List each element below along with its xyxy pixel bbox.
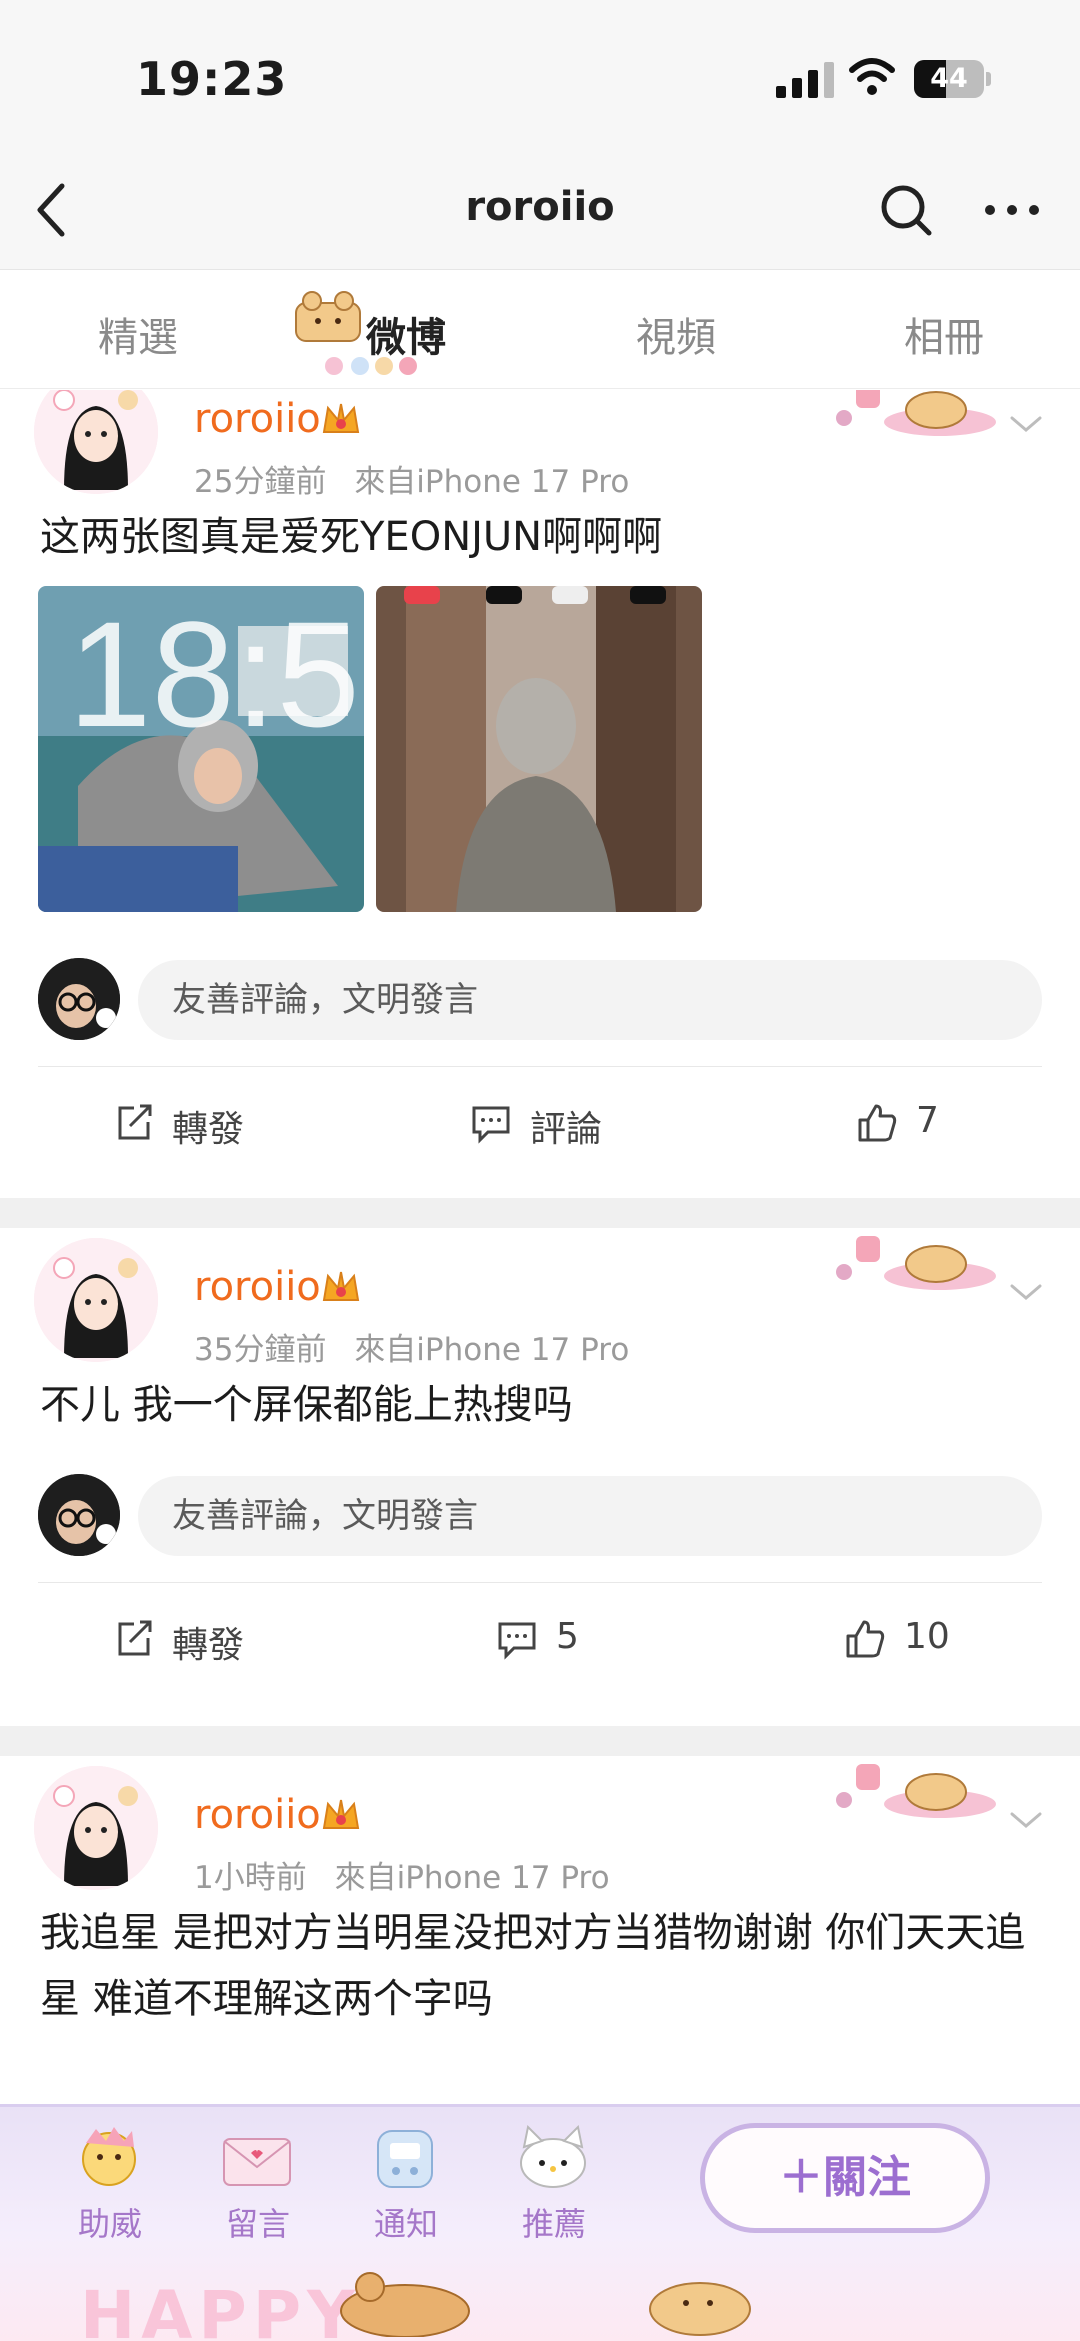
avatar[interactable] <box>34 1238 158 1362</box>
post-username[interactable]: roroiio <box>194 396 321 442</box>
profile-tabs: 精選 微博 視頻 相冊 <box>0 271 1080 389</box>
chevron-down-icon[interactable] <box>1006 1280 1046 1304</box>
feed: roroiio 25分鐘前 來自iPhone 17 Pro 这两张图真是爱死YE… <box>0 390 1080 2104</box>
post-source: 來自iPhone 17 Pro <box>334 1860 610 1896</box>
signal-icon <box>776 62 836 98</box>
back-icon[interactable] <box>30 178 90 242</box>
crown-icon <box>322 403 360 433</box>
dog-sticker-icon <box>649 2282 751 2336</box>
post-time: 35分鐘前 <box>194 1332 327 1368</box>
svg-text:18:55: 18:55 <box>68 590 364 758</box>
post-source: 來自iPhone 17 Pro <box>354 1332 630 1368</box>
decoration-icon <box>325 357 417 375</box>
tab-album[interactable]: 相冊 <box>874 305 1014 363</box>
post-meta: 25分鐘前 來自iPhone 17 Pro <box>194 456 629 501</box>
repost-icon <box>118 1104 152 1140</box>
post-text: 我追星 是把对方当明星没把对方当猎物谢谢 你们天天追星 难道不理解这两个字吗 <box>40 1910 1026 2022</box>
happy-sticker-icon <box>836 1236 996 1290</box>
post-username[interactable]: roroiio <box>194 1792 321 1838</box>
comment-row: 友善評論，文明發言 <box>0 1474 1080 1558</box>
phone-icon <box>377 2130 433 2188</box>
post-text: 这两张图真是爱死YEONJUN啊啊啊 <box>40 514 663 560</box>
battery-icon: 44 <box>914 60 984 98</box>
divider <box>38 1582 1042 1583</box>
thumbs-up-icon <box>858 1104 897 1142</box>
divider <box>38 1066 1042 1067</box>
page-title: roroiio <box>465 184 615 230</box>
chevron-down-icon[interactable] <box>1006 412 1046 436</box>
repost-label: 轉發 <box>172 1625 245 1666</box>
kitty-icon <box>520 2124 586 2188</box>
happy-sticker-icon <box>836 390 996 436</box>
post-photo[interactable]: 18:55 <box>38 586 364 912</box>
post-username[interactable]: roroiio <box>194 1264 321 1310</box>
bottom-item-recommend[interactable]: 推薦 <box>494 2199 614 2245</box>
tab-video[interactable]: 視頻 <box>606 305 746 363</box>
repost-label: 轉發 <box>172 1109 245 1150</box>
comment-icon <box>472 1106 510 1144</box>
comment-count: 5 <box>556 1616 579 1657</box>
avatar[interactable] <box>34 390 158 494</box>
status-bar: 19:23 44 <box>0 0 1080 150</box>
happy-sticker-icon <box>836 1764 996 1818</box>
search-icon[interactable] <box>876 180 936 240</box>
more-icon[interactable] <box>984 198 1040 222</box>
follow-button[interactable]: ＋關注 <box>700 2123 990 2233</box>
bottom-item-notification[interactable]: 通知 <box>346 2199 466 2245</box>
crown-icon <box>322 1271 360 1301</box>
thumbs-up-icon <box>846 1620 885 1658</box>
wifi-icon <box>849 58 895 95</box>
cheer-icon <box>82 2127 136 2186</box>
post-separator <box>0 1198 1080 1228</box>
comment-icon <box>498 1622 536 1660</box>
battery-level: 44 <box>930 63 968 94</box>
repost-icon <box>118 1620 152 1656</box>
post: roroiio 35分鐘前 來自iPhone 17 Pro 不儿 我一个屏保都能… <box>0 1228 1080 1718</box>
comment-input[interactable]: 友善評論，文明發言 <box>138 960 1042 1040</box>
bottom-item-cheer[interactable]: 助威 <box>50 2199 170 2245</box>
avatar[interactable] <box>34 1766 158 1890</box>
bottom-item-message[interactable]: 留言 <box>198 2199 318 2245</box>
envelope-icon <box>223 2138 291 2186</box>
post-meta: 35分鐘前 來自iPhone 17 Pro <box>194 1324 629 1369</box>
post-photo[interactable] <box>376 586 702 912</box>
chevron-down-icon[interactable] <box>1006 1808 1046 1832</box>
my-avatar <box>38 1474 120 1556</box>
nav-bar: roroiio <box>0 150 1080 270</box>
bear-sticker-icon <box>340 2272 470 2337</box>
comment-row: 友善評論，文明發言 <box>0 958 1080 1042</box>
post-time: 1小時前 <box>194 1860 307 1896</box>
crown-icon <box>322 1799 360 1829</box>
happy-decor-text: HAPPY <box>80 2277 361 2341</box>
like-count: 10 <box>904 1616 950 1657</box>
post: roroiio 1小時前 來自iPhone 17 Pro 我追星 是把对方当明星… <box>0 1756 1080 2104</box>
post-source: 來自iPhone 17 Pro <box>354 464 630 500</box>
status-time: 19:23 <box>136 52 288 106</box>
post-separator <box>0 1726 1080 1756</box>
bottom-bar: HAPPY 助威 留言 通知 推薦 ＋關注 <box>0 2104 1080 2341</box>
my-avatar <box>38 958 120 1040</box>
comment-input[interactable]: 友善評論，文明發言 <box>138 1476 1042 1556</box>
post: roroiio 25分鐘前 來自iPhone 17 Pro 这两张图真是爱死YE… <box>0 390 1080 1230</box>
post-text: 不儿 我一个屏保都能上热搜吗 <box>40 1382 573 1428</box>
like-count: 7 <box>916 1100 939 1141</box>
post-time: 25分鐘前 <box>194 464 327 500</box>
tab-featured[interactable]: 精選 <box>68 305 208 363</box>
comment-label: 評論 <box>530 1109 603 1150</box>
post-meta: 1小時前 來自iPhone 17 Pro <box>194 1852 610 1897</box>
